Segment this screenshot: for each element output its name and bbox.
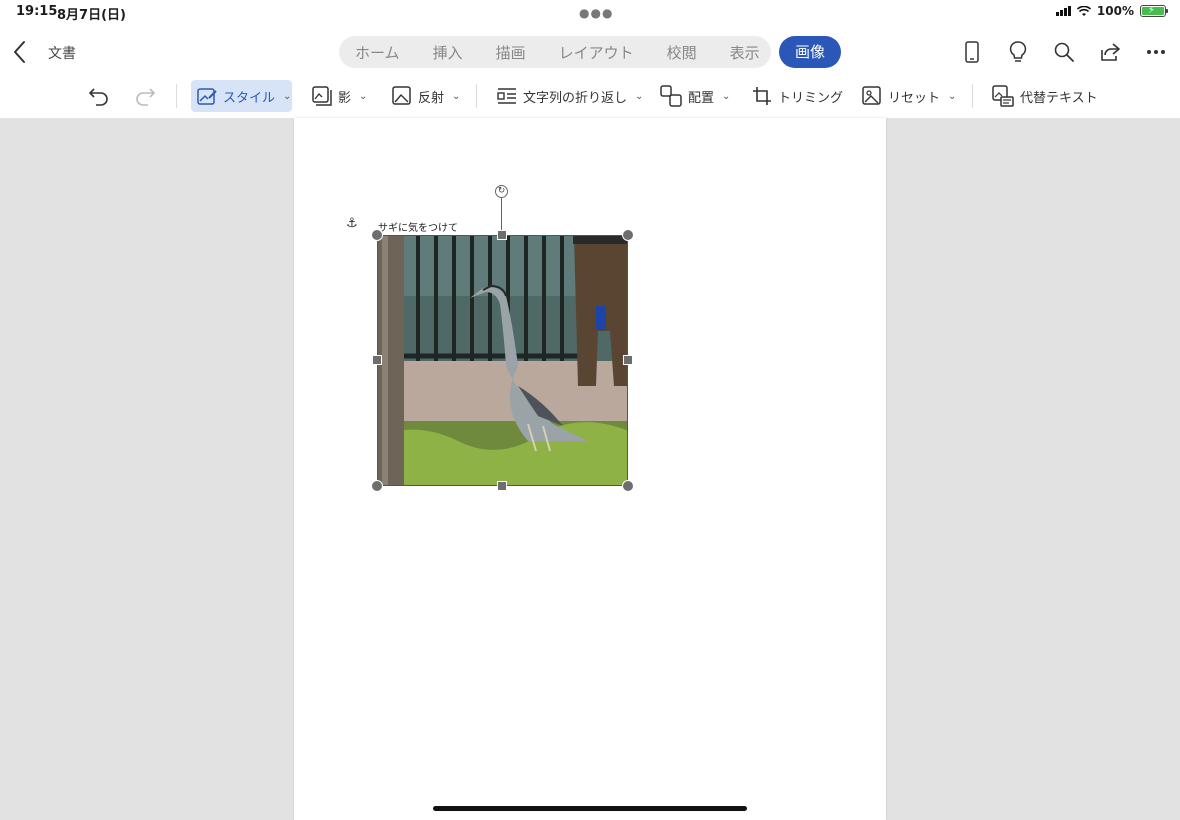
crop-label: トリミング: [778, 90, 844, 106]
mobile-view-icon[interactable]: [960, 40, 984, 64]
tab-view[interactable]: 表示: [730, 42, 760, 63]
style-button[interactable]: スタイル ⌄: [191, 80, 292, 112]
arrange-icon: [660, 85, 682, 107]
more-options-icon[interactable]: [1144, 40, 1168, 64]
shadow-button[interactable]: 影 ⌄: [312, 80, 367, 112]
multitask-dots-icon[interactable]: ●●●: [579, 6, 613, 20]
reflection-label: 反射: [418, 90, 445, 106]
document-page[interactable]: ⚓ サギに気をつけて ↻: [294, 118, 886, 820]
wrap-text-icon: [497, 88, 516, 104]
tab-draw[interactable]: 描画: [496, 42, 526, 63]
toolbar-divider: [176, 84, 177, 108]
alt-text-button[interactable]: 代替テキスト: [992, 80, 1098, 112]
lightbulb-icon[interactable]: [1006, 40, 1030, 64]
redo-button[interactable]: [134, 80, 156, 112]
wifi-icon: [1076, 5, 1091, 16]
home-indicator[interactable]: [433, 806, 747, 811]
redo-icon: [136, 88, 156, 106]
alt-text-icon: [992, 85, 1014, 107]
share-icon[interactable]: [1098, 40, 1122, 64]
wrap-text-label: 文字列の折り返し: [523, 90, 628, 106]
battery-percent: 100%: [1096, 4, 1134, 18]
reset-button[interactable]: リセット ⌄: [862, 80, 956, 112]
cellular-signal-icon: [1055, 6, 1071, 16]
toolbar-divider: [972, 84, 973, 108]
chevron-down-icon: ⌄: [948, 90, 957, 102]
battery-icon: ⚡: [1140, 5, 1168, 17]
chevron-down-icon: ⌄: [452, 90, 461, 102]
status-indicators: 100% ⚡: [1055, 4, 1168, 18]
undo-icon: [88, 88, 108, 106]
crop-button[interactable]: トリミング: [752, 80, 843, 112]
ribbon-tabs: ホーム 挿入 描画 レイアウト 校閲 表示: [339, 36, 771, 68]
resize-handle-left[interactable]: [372, 355, 382, 365]
reflection-icon: [392, 86, 411, 105]
heron-photo[interactable]: [377, 235, 628, 486]
tab-picture[interactable]: 画像: [779, 36, 841, 68]
title-bar: 文書 ホーム 挿入 描画 レイアウト 校閲 表示 画像: [0, 24, 1180, 80]
resize-handle-bottom-left[interactable]: [371, 480, 383, 492]
anchor-icon[interactable]: ⚓: [346, 216, 358, 231]
status-time: 19:15: [16, 4, 58, 19]
resize-handle-top[interactable]: [497, 230, 507, 240]
header-actions: [960, 40, 1168, 64]
arrange-button[interactable]: 配置 ⌄: [660, 80, 730, 112]
status-bar: 19:15 8月7日(日) ●●● 100% ⚡: [0, 0, 1180, 24]
rotate-handle-icon[interactable]: ↻: [495, 185, 508, 198]
heron-photo-illustration: [378, 236, 627, 485]
chevron-down-icon: ⌄: [722, 90, 731, 102]
picture-style-icon: [197, 88, 217, 105]
reset-picture-icon: [862, 86, 881, 105]
picture-ribbon-toolbar: スタイル ⌄ 影 ⌄ 反射 ⌄ 文字列の折り返し ⌄ 配置 ⌄ トリミング リセット ⌄ 代…: [0, 80, 1180, 118]
document-title[interactable]: 文書: [48, 43, 76, 63]
tab-review[interactable]: 校閲: [667, 42, 697, 63]
arrange-label: 配置: [688, 90, 715, 106]
document-canvas[interactable]: ⚓ サギに気をつけて ↻: [0, 118, 1180, 820]
crop-icon: [753, 87, 771, 105]
reflection-button[interactable]: 反射 ⌄: [392, 80, 460, 112]
style-label: スタイル: [223, 90, 276, 106]
resize-handle-bottom-right[interactable]: [622, 480, 634, 492]
chevron-down-icon: ⌄: [635, 90, 644, 102]
alt-text-label: 代替テキスト: [1020, 90, 1098, 106]
image-caption[interactable]: サギに気をつけて: [378, 219, 458, 234]
tab-insert[interactable]: 挿入: [433, 42, 463, 63]
undo-button[interactable]: [88, 80, 110, 112]
status-date: 8月7日(日): [57, 8, 126, 23]
resize-handle-bottom[interactable]: [497, 481, 507, 491]
search-icon[interactable]: [1052, 40, 1076, 64]
tab-layout[interactable]: レイアウト: [559, 42, 634, 63]
back-chevron-icon[interactable]: [10, 40, 30, 64]
reset-label: リセット: [888, 90, 941, 106]
resize-handle-top-left[interactable]: [371, 229, 383, 241]
tab-home[interactable]: ホーム: [355, 42, 400, 63]
chevron-down-icon: ⌄: [359, 90, 368, 102]
shadow-icon: [312, 86, 332, 106]
chevron-down-icon: ⌄: [283, 90, 292, 102]
resize-handle-right[interactable]: [623, 355, 633, 365]
wrap-text-button[interactable]: 文字列の折り返し ⌄: [497, 80, 643, 112]
toolbar-divider: [476, 84, 477, 108]
shadow-label: 影: [338, 90, 352, 106]
resize-handle-top-right[interactable]: [622, 229, 634, 241]
